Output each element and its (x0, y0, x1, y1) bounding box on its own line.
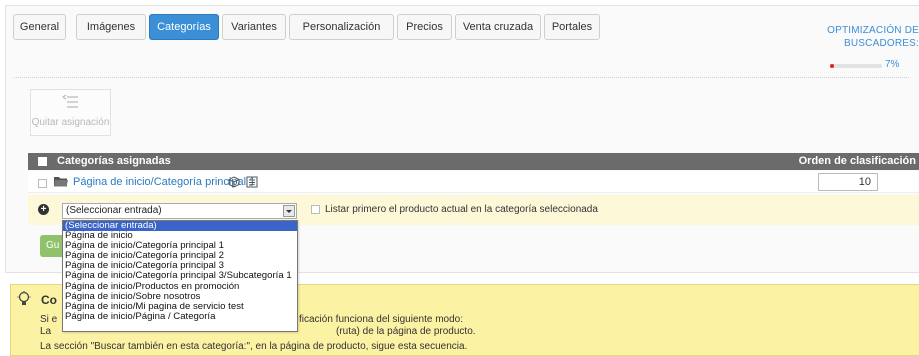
cube-icon[interactable] (228, 176, 240, 188)
seo-percent: 7% (885, 59, 900, 70)
info-line1-suffix: ficación funciona del siguiente modo: (299, 314, 463, 325)
select-all-checkbox[interactable] (38, 157, 47, 166)
remove-assignment-button[interactable]: Quitar asignación (30, 89, 111, 136)
dropdown-option[interactable]: Página de inicio/Página / Categoría (63, 312, 297, 322)
sort-order-input[interactable]: 10 (818, 173, 878, 191)
seo-title-line2: BUSCADORES: (844, 38, 919, 49)
info-line1-prefix: Si e (40, 314, 58, 325)
dropdown-option[interactable]: Página de inicio/Sobre nosotros (63, 292, 297, 302)
dropdown-option[interactable]: Página de inicio/Categoría principal 3/S… (63, 271, 297, 281)
dropdown-option[interactable]: Página de inicio/Productos en promoción (63, 282, 297, 292)
tab-variants[interactable]: Variantes (222, 14, 286, 40)
tab-personalization[interactable]: Personalización (289, 14, 394, 40)
dropdown-option[interactable]: (Seleccionar entrada) (63, 221, 297, 232)
divider (14, 77, 909, 78)
tab-portals[interactable]: Portales (544, 14, 600, 40)
info-line2-suffix: (ruta) de la página de producto. (336, 326, 476, 337)
edit-icon[interactable] (246, 176, 258, 188)
remove-list-icon (61, 94, 78, 108)
category-dropdown-list: (Seleccionar entrada) Página de inicio P… (62, 220, 298, 332)
chevron-down-icon[interactable] (283, 205, 295, 217)
dropdown-option[interactable]: Página de inicio/Categoría principal 3 (63, 261, 297, 271)
add-circle-icon[interactable]: + (38, 204, 49, 215)
dropdown-option[interactable]: Página de inicio/Categoría principal 2 (63, 251, 297, 261)
category-select[interactable]: (Seleccionar entrada) (62, 203, 297, 219)
dropdown-option[interactable]: Página de inicio (63, 231, 297, 241)
tab-categories[interactable]: Categorías (149, 14, 219, 40)
tab-images[interactable]: Imágenes (76, 14, 146, 40)
dropdown-option[interactable]: Página de inicio/Categoría principal 1 (63, 241, 297, 251)
folder-icon (54, 177, 68, 187)
categories-table-header: Categorías asignadas Orden de clasificac… (28, 153, 919, 170)
table-row: Página de inicio/Categoría principal 1 1… (28, 171, 919, 193)
row-checkbox[interactable] (38, 179, 47, 188)
remove-assignment-label: Quitar asignación (31, 117, 110, 128)
header-assigned-categories: Categorías asignadas (57, 155, 171, 167)
header-sort-order: Orden de clasificación (798, 155, 916, 167)
tab-prices[interactable]: Precios (397, 14, 452, 40)
info-line2-prefix: La (40, 326, 52, 337)
list-first-checkbox[interactable] (311, 205, 320, 214)
dropdown-option[interactable]: Página de inicio/Mi pagina de servicio t… (63, 302, 297, 312)
lightbulb-icon (17, 291, 31, 305)
tab-general[interactable]: General (13, 14, 66, 40)
seo-score-label: OPTIMIZACIÓN DE BUSCADORES: (814, 24, 919, 50)
tab-cross-selling[interactable]: Venta cruzada (455, 14, 541, 40)
seo-title-line1: OPTIMIZACIÓN DE (827, 25, 919, 36)
category-select-value: (Seleccionar entrada) (66, 205, 162, 216)
list-first-label: Listar primero el producto actual en la … (325, 204, 598, 215)
info-line3: La sección "Buscar también en esta categ… (40, 341, 468, 352)
seo-progress-fill (830, 64, 835, 68)
seo-progress-bar (830, 64, 882, 68)
info-title: Co (41, 293, 57, 307)
